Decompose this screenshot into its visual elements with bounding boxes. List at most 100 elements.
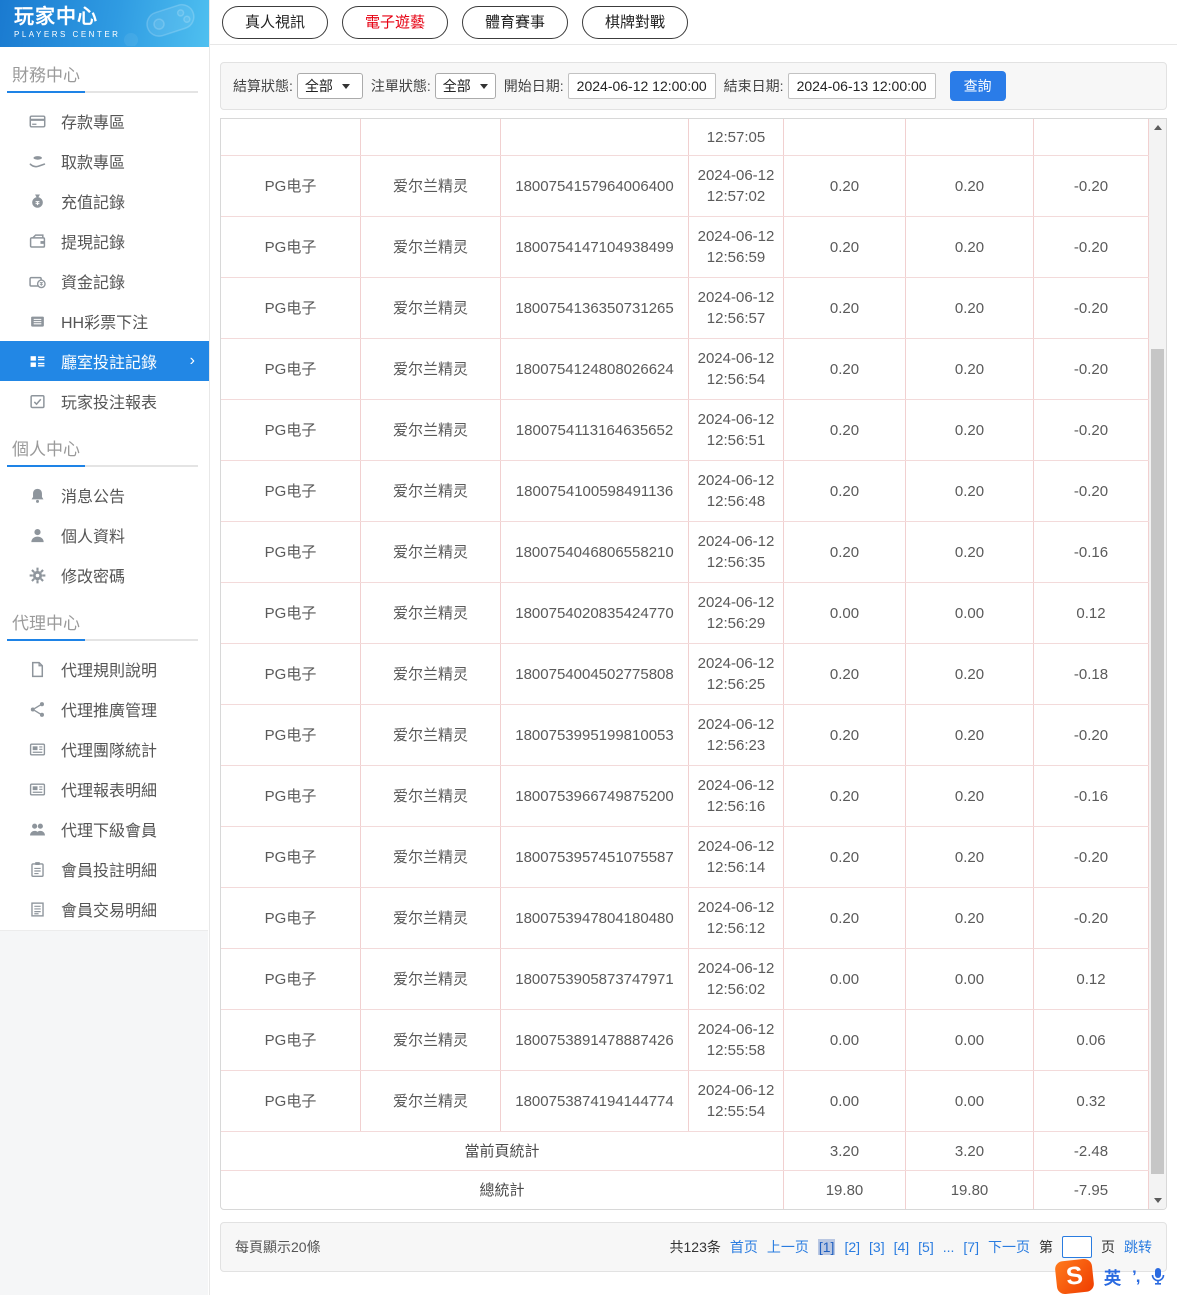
sidebar-item[interactable]: 提現記錄 › xyxy=(0,221,209,261)
time-cell: 2024-06-12 12:56:59 xyxy=(689,217,784,277)
sidebar-item-label: HH彩票下注 xyxy=(61,315,149,332)
next-page-link[interactable]: 下一页 xyxy=(988,1237,1030,1257)
sidebar-item[interactable]: 代理下級會員 › xyxy=(0,809,209,849)
table-row: PG电子 爱尔兰精灵 1800753957451075587 2024-06-1… xyxy=(221,827,1149,888)
valid-bet-cell: 0.20 xyxy=(906,156,1034,216)
platform-cell: PG电子 xyxy=(221,827,361,887)
valid-bet-cell: 0.20 xyxy=(906,705,1034,765)
report-detail-icon xyxy=(28,780,46,798)
page-summary-bet: 3.20 xyxy=(784,1132,906,1170)
sidebar-item[interactable]: HH彩票下注 › xyxy=(0,301,209,341)
section-rule xyxy=(7,91,198,93)
sidebar-item[interactable]: 存款專區 › xyxy=(0,101,209,141)
time-cell: 2024-06-12 12:56:25 xyxy=(689,644,784,704)
time-cell: 2024-06-12 12:56:02 xyxy=(689,949,784,1009)
vertical-scrollbar[interactable] xyxy=(1149,119,1166,1209)
page-summary-row: 當前頁統計 3.20 3.20 -2.48 xyxy=(221,1132,1149,1171)
end-date-label: 結束日期: xyxy=(723,78,784,94)
start-date-input[interactable] xyxy=(567,73,716,99)
sidebar-item-label: 會員投註明細 xyxy=(61,863,158,880)
category-tabbar: 真人視訊 電子遊藝 體育賽事 棋牌對戰 xyxy=(210,0,1177,45)
order-id-cell: 1800753995199810053 xyxy=(501,705,689,765)
table-row: PG电子 爱尔兰精灵 1800754157964006400 2024-06-1… xyxy=(221,156,1149,217)
platform-cell: PG电子 xyxy=(221,400,361,460)
order-id-cell: 1800753891478887426 xyxy=(501,1010,689,1070)
page-link-3[interactable]: [3] xyxy=(869,1239,885,1255)
sidebar-item[interactable]: 玩家投注報表 › xyxy=(0,381,209,421)
ime-toolbar: S 英 ’, xyxy=(1054,1258,1177,1295)
settle-status-label: 結算狀態: xyxy=(233,78,293,94)
share-icon xyxy=(28,700,46,718)
time-cell: 2024-06-12 12:56:48 xyxy=(689,461,784,521)
page-link-7[interactable]: [7] xyxy=(963,1239,979,1255)
sidebar-item[interactable]: 代理規則說明 › xyxy=(0,649,209,689)
page-link-4[interactable]: [4] xyxy=(894,1239,910,1255)
game-cell: 爱尔兰精灵 xyxy=(361,888,501,948)
order-status-select[interactable]: 全部 xyxy=(434,73,496,99)
sidebar-item[interactable]: 個人資料 › xyxy=(0,515,209,555)
total-summary-winloss: -7.95 xyxy=(1034,1171,1149,1209)
sidebar: 玩家中心 PLAYERS CENTER 財務中心 存款專區 › 取款專區 › 充… xyxy=(0,0,210,1295)
page-summary-winloss: -2.48 xyxy=(1034,1132,1149,1170)
bet-amount-cell: 0.00 xyxy=(784,583,906,643)
sidebar-item[interactable]: 廳室投註記錄 › xyxy=(0,341,209,381)
sidebar-item[interactable]: 消息公告 › xyxy=(0,475,209,515)
platform-cell: PG电子 xyxy=(221,644,361,704)
section-heading: 代理中心 xyxy=(12,614,80,633)
sidebar-item[interactable]: 修改密碼 › xyxy=(0,555,209,595)
winloss-cell: -0.20 xyxy=(1034,217,1149,277)
valid-bet-cell: 0.20 xyxy=(906,644,1034,704)
valid-bet-cell: 0.00 xyxy=(906,949,1034,1009)
page-link-2[interactable]: [2] xyxy=(844,1239,860,1255)
pagination-controls: 共123条 首页 上一页 [1] [2] [3] [4] [5] ... [7]… xyxy=(670,1236,1152,1258)
platform-cell: PG电子 xyxy=(221,1071,361,1131)
cashout-icon xyxy=(28,232,46,250)
tab-live-video[interactable]: 真人視訊 xyxy=(222,5,329,39)
sidebar-item[interactable]: 代理報表明細 › xyxy=(0,769,209,809)
prev-page-link[interactable]: 上一页 xyxy=(767,1237,809,1257)
settle-status-select[interactable]: 全部 xyxy=(296,73,363,99)
order-id-cell: 1800754157964006400 xyxy=(501,156,689,216)
order-id-cell: 1800754147104938499 xyxy=(501,217,689,277)
ime-language-indicator[interactable]: 英 xyxy=(1104,1264,1121,1289)
doc-icon xyxy=(28,660,46,678)
end-date-input[interactable] xyxy=(787,73,936,99)
valid-bet-cell: 0.20 xyxy=(906,461,1034,521)
microphone-icon[interactable] xyxy=(1150,1267,1166,1286)
page-link-5[interactable]: [5] xyxy=(918,1239,934,1255)
sidebar-item-label: 取款專區 xyxy=(61,155,126,172)
scroll-up-arrow[interactable] xyxy=(1149,119,1166,136)
jump-button[interactable]: 跳转 xyxy=(1124,1237,1152,1257)
search-button[interactable]: 查詢 xyxy=(949,71,1006,101)
bet-amount-cell xyxy=(784,119,906,155)
platform-cell: PG电子 xyxy=(221,339,361,399)
sidebar-item[interactable]: 取款專區 › xyxy=(0,141,209,181)
table-row: PG电子 爱尔兰精灵 1800754124808026624 2024-06-1… xyxy=(221,339,1149,400)
game-cell: 爱尔兰精灵 xyxy=(361,522,501,582)
first-page-link[interactable]: 首页 xyxy=(730,1237,758,1257)
platform-cell xyxy=(221,119,361,155)
sidebar-item[interactable]: 充值記錄 › xyxy=(0,181,209,221)
winloss-cell: -0.20 xyxy=(1034,888,1149,948)
sidebar-item[interactable]: 會員投註明細 › xyxy=(0,849,209,889)
scrollbar-thumb[interactable] xyxy=(1151,349,1164,1174)
ime-punctuation-indicator[interactable]: ’, xyxy=(1132,1267,1141,1287)
tab-sports[interactable]: 體育賽事 xyxy=(462,5,569,39)
sidebar-item-label: 存款專區 xyxy=(61,115,126,132)
page-summary-valid: 3.20 xyxy=(906,1132,1034,1170)
scroll-down-arrow[interactable] xyxy=(1149,1192,1166,1209)
platform-cell: PG电子 xyxy=(221,766,361,826)
tab-electronic-games[interactable]: 電子遊藝 xyxy=(342,5,449,39)
section-rule xyxy=(7,465,198,467)
sidebar-item[interactable]: 會員交易明細 › xyxy=(0,889,209,929)
page-link-1[interactable]: [1] xyxy=(817,1239,836,1255)
pagination-bar: 每頁顯示20條 共123条 首页 上一页 [1] [2] [3] [4] [5]… xyxy=(220,1222,1167,1272)
sogou-ime-logo[interactable]: S xyxy=(1054,1258,1095,1295)
sidebar-item[interactable]: 資金記錄 › xyxy=(0,261,209,301)
page-jump-input[interactable] xyxy=(1062,1236,1092,1258)
sidebar-item-label: 修改密碼 xyxy=(61,569,126,586)
members-icon xyxy=(28,820,46,838)
tab-board-games[interactable]: 棋牌對戰 xyxy=(582,5,689,39)
sidebar-item[interactable]: 代理推廣管理 › xyxy=(0,689,209,729)
sidebar-item[interactable]: 代理團隊統計 › xyxy=(0,729,209,769)
